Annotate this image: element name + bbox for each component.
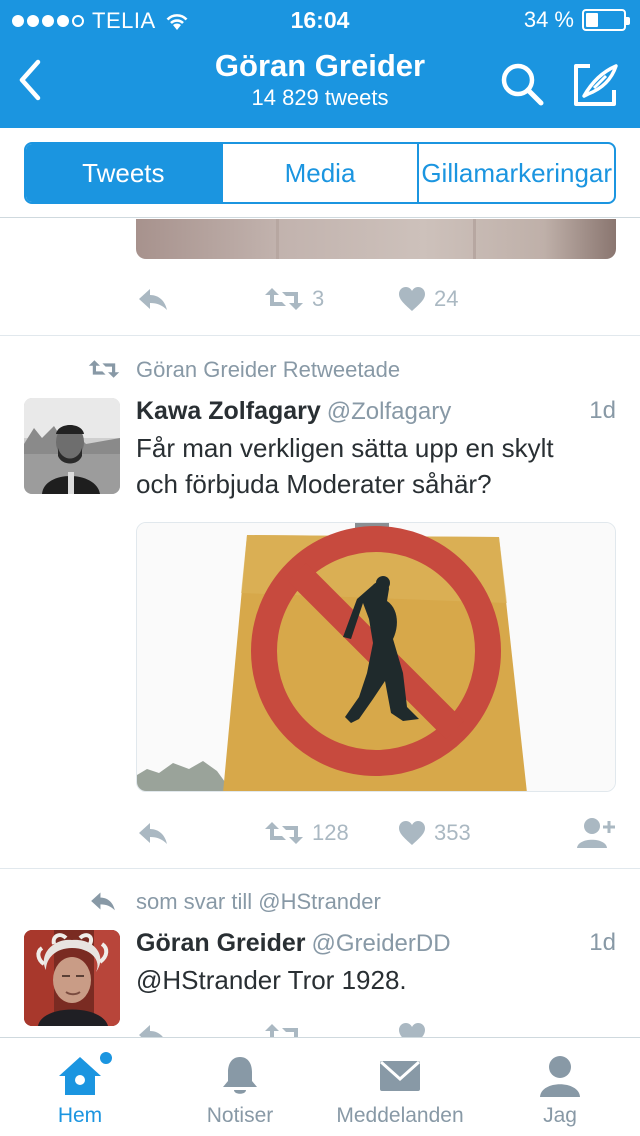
retweet-icon <box>88 360 120 378</box>
person-icon <box>540 1056 580 1097</box>
tab-label: Hem <box>57 1104 103 1127</box>
bottom-tab-bar: Hem Notiser Meddelanden Jag <box>0 1037 640 1136</box>
tab-tweets[interactable]: Tweets <box>26 144 221 202</box>
tweet-divider <box>0 868 640 869</box>
tweet-text: Får man verkligen sätta upp en skylt och… <box>136 430 626 502</box>
tweet-text: @HStrander Tror 1928. <box>136 965 407 995</box>
retweet-count: 128 <box>312 820 349 845</box>
heart-icon <box>399 287 425 311</box>
tab-home[interactable]: Hem <box>0 1038 160 1136</box>
timeline[interactable]: 3 24 Göran Greider Retweetade Kawa Zolfa… <box>0 219 640 1037</box>
heart-icon <box>399 821 425 845</box>
reply-button[interactable] <box>136 281 170 317</box>
segmented-control: Tweets Media Gillamarkeringar <box>24 142 616 204</box>
like-count: 24 <box>434 286 459 311</box>
retweet-context-label: Göran Greider Retweetade <box>136 357 401 382</box>
tab-messages[interactable]: Meddelanden <box>320 1038 480 1136</box>
battery-icon <box>582 9 630 31</box>
retweet-count: 3 <box>312 286 325 311</box>
like-count: 353 <box>434 820 471 845</box>
reply-context: som svar till @HStrander <box>0 887 640 917</box>
author-handle[interactable]: @GreiderDD <box>312 930 451 957</box>
reply-icon <box>91 892 115 911</box>
profile-header: TELIA 16:04 34 % Göran Greider 14 829 tw… <box>0 0 640 128</box>
author-name[interactable]: Kawa Zolfagary <box>136 397 321 425</box>
tab-likes[interactable]: Gillamarkeringar <box>417 144 614 202</box>
tweet-divider <box>0 335 640 336</box>
heart-icon <box>399 1023 425 1037</box>
search-button[interactable] <box>498 60 548 110</box>
profile-tabs-bar: Tweets Media Gillamarkeringar <box>0 128 640 218</box>
reply-button[interactable] <box>136 1017 170 1037</box>
reply-icon <box>139 289 167 310</box>
compose-icon <box>574 64 618 106</box>
bell-icon <box>223 1057 257 1094</box>
tweet-text-line: och förbjuda Moderater såhär? <box>136 469 492 499</box>
like-button[interactable] <box>398 1017 426 1037</box>
reply-icon <box>139 1025 163 1037</box>
battery-percent: 34 % <box>523 7 574 32</box>
retweet-icon <box>265 1024 298 1037</box>
tweet-actions: 128 353 <box>136 815 616 851</box>
reply-button[interactable] <box>136 815 170 851</box>
retweet-button[interactable]: 3 <box>264 281 324 317</box>
retweet-button[interactable] <box>264 1017 304 1037</box>
home-icon <box>59 1057 101 1095</box>
tweet-media-image[interactable] <box>136 522 616 792</box>
retweet-button[interactable]: 128 <box>264 815 349 851</box>
retweet-context: Göran Greider Retweetade <box>0 355 640 385</box>
reply-context-label[interactable]: som svar till @HStrander <box>136 887 381 917</box>
tab-label: Notiser <box>206 1104 274 1127</box>
retweet-icon <box>265 822 303 844</box>
status-bar: TELIA 16:04 34 % <box>0 0 640 40</box>
tab-label: Meddelanden <box>336 1104 464 1127</box>
envelope-icon <box>379 1060 421 1091</box>
tweet-time: 1d <box>589 397 616 424</box>
tab-notifications[interactable]: Notiser <box>160 1038 320 1136</box>
follow-button[interactable] <box>576 815 616 851</box>
tweet-actions: 3 24 <box>136 281 616 317</box>
tab-label: Jag <box>543 1104 577 1127</box>
reply-icon <box>139 823 167 844</box>
author-name[interactable]: Göran Greider <box>136 929 306 957</box>
avatar[interactable] <box>24 398 120 494</box>
retweet-icon <box>265 288 303 310</box>
tweet-media-image[interactable] <box>136 219 616 259</box>
avatar[interactable] <box>24 930 120 1026</box>
search-icon <box>501 63 544 106</box>
tweet-text-line: Får man verkligen sätta upp en skylt <box>136 433 554 463</box>
tab-me[interactable]: Jag <box>480 1038 640 1136</box>
author-handle[interactable]: @Zolfagary <box>327 398 451 425</box>
tweet-actions <box>136 1017 616 1037</box>
compose-button[interactable] <box>572 60 622 110</box>
tweet-header: Kawa Zolfagary @Zolfagary 1d <box>136 395 616 427</box>
tweet-time: 1d <box>589 929 616 956</box>
new-content-dot <box>100 1052 112 1064</box>
like-button[interactable]: 353 <box>398 815 471 851</box>
tab-media[interactable]: Media <box>220 144 418 202</box>
like-button[interactable]: 24 <box>398 281 458 317</box>
add-user-icon <box>577 818 615 848</box>
tweet-header: Göran Greider @GreiderDD 1d <box>136 927 616 959</box>
